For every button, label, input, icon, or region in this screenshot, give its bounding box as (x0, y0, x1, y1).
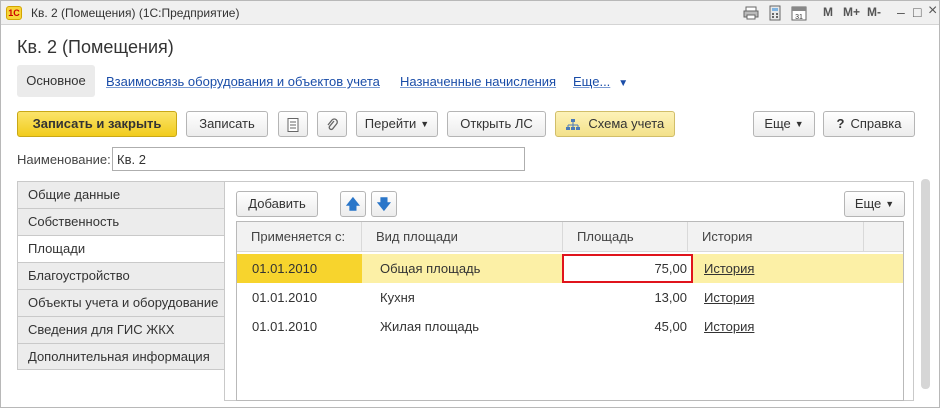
open-account-button[interactable]: Открыть ЛС (447, 111, 546, 137)
goto-button[interactable]: Перейти ▼ (356, 111, 438, 137)
column-header-date[interactable]: Применяется с: (237, 222, 362, 252)
side-tab-gis[interactable]: Сведения для ГИС ЖКХ (17, 316, 225, 343)
cell-date: 01.01.2010 (252, 319, 318, 334)
nav-more-label: Еще... (573, 74, 611, 89)
move-down-button[interactable]: 🡇 (371, 191, 397, 217)
memory-plus-button[interactable]: M+ (843, 5, 860, 19)
arrow-down-icon: 🡇 (376, 196, 392, 212)
calendar-icon[interactable]: 31 (791, 5, 807, 21)
side-tab-areas[interactable]: Площади (17, 235, 225, 262)
document-list-icon (287, 116, 299, 132)
history-link[interactable]: История (704, 312, 754, 341)
table-row[interactable]: 01.01.2010 Жилая площадь 45,00 История (237, 312, 903, 341)
more-actions-button[interactable]: Еще ▼ (753, 111, 815, 137)
cell-area: 45,00 (654, 319, 687, 334)
attachments-button[interactable] (317, 111, 347, 137)
cell-kind: Жилая площадь (380, 319, 480, 334)
dropdown-arrow-icon: ▼ (794, 119, 804, 129)
app-logo-icon: 1С (6, 6, 22, 20)
app-window: 1С Кв. 2 (Помещения) (1С:Предприятие) 31… (0, 0, 940, 408)
cell-area: 13,00 (654, 290, 687, 305)
print-icon[interactable] (743, 5, 759, 21)
dropdown-arrow-icon: ▼ (420, 119, 430, 129)
scheme-label: Схема учета (588, 116, 665, 131)
accounting-scheme-button[interactable]: Схема учета (555, 111, 675, 137)
add-row-button[interactable]: Добавить (236, 191, 318, 217)
paperclip-icon (326, 116, 338, 131)
calculator-icon[interactable] (767, 5, 783, 21)
side-tab-equipment[interactable]: Объекты учета и оборудование (17, 289, 225, 316)
table-more-label: Еще (854, 196, 882, 211)
close-button[interactable]: × (928, 2, 937, 20)
history-link[interactable]: История (704, 254, 754, 283)
more-label: Еще (764, 116, 791, 131)
save-button[interactable]: Записать (186, 111, 268, 137)
svg-text:31: 31 (795, 14, 803, 21)
column-header-kind[interactable]: Вид площади (362, 222, 563, 252)
minimize-button[interactable]: – (897, 4, 905, 20)
goto-label: Перейти (364, 116, 417, 131)
table-row[interactable]: 01.01.2010 Общая площадь 75,00 История (237, 254, 903, 283)
form-scrollbar[interactable] (920, 171, 932, 401)
scrollbar-thumb[interactable] (921, 179, 930, 389)
cell-kind: Общая площадь (380, 261, 481, 276)
side-tab-amenities[interactable]: Благоустройство (17, 262, 225, 289)
cell-date: 01.01.2010 (237, 254, 362, 283)
areas-table: Применяется с: Вид площади Площадь Истор… (236, 221, 904, 401)
table-header: Применяется с: Вид площади Площадь Истор… (237, 222, 903, 252)
save-and-close-button[interactable]: Записать и закрыть (17, 111, 177, 137)
chevron-down-icon: ▼ (618, 78, 629, 89)
nav-link-more[interactable]: Еще... ▼ (573, 74, 628, 89)
column-header-history[interactable]: История (688, 222, 864, 252)
table-more-button[interactable]: Еще ▼ (844, 191, 905, 217)
title-bar: 1С Кв. 2 (Помещения) (1С:Предприятие) 31… (1, 1, 939, 25)
hierarchy-icon (565, 116, 589, 131)
memory-button[interactable]: M (823, 5, 833, 19)
side-tab-additional[interactable]: Дополнительная информация (17, 343, 225, 370)
memory-minus-button[interactable]: M- (867, 5, 881, 19)
nav-tab-main[interactable]: Основное (17, 65, 95, 97)
maximize-button[interactable]: □ (913, 4, 921, 20)
cell-area[interactable]: 75,00 (567, 254, 687, 283)
table-row[interactable]: 01.01.2010 Кухня 13,00 История (237, 283, 903, 312)
move-up-button[interactable]: 🡅 (340, 191, 366, 217)
side-tab-ownership[interactable]: Собственность (17, 208, 225, 235)
cell-date: 01.01.2010 (252, 290, 318, 305)
report-button[interactable] (278, 111, 308, 137)
nav-link-equipment-relation[interactable]: Взаимосвязь оборудования и объектов учет… (106, 74, 380, 89)
history-link[interactable]: История (704, 283, 754, 312)
arrow-up-icon: 🡅 (345, 196, 361, 212)
question-icon: ? (836, 116, 845, 131)
page-title: Кв. 2 (Помещения) (17, 37, 174, 57)
cell-kind: Кухня (380, 290, 415, 305)
nav-link-charges[interactable]: Назначенные начисления (400, 74, 556, 89)
window-title: Кв. 2 (Помещения) (1С:Предприятие) (31, 6, 240, 20)
name-field-label: Наименование: (17, 152, 111, 167)
side-tab-list: Общие данные Собственность Площади Благо… (17, 181, 225, 370)
dropdown-arrow-icon: ▼ (885, 199, 895, 209)
side-tab-general[interactable]: Общие данные (17, 181, 225, 208)
name-field[interactable] (112, 147, 525, 171)
column-header-area[interactable]: Площадь (563, 222, 688, 252)
help-button[interactable]: ? Справка (823, 111, 915, 137)
help-label: Справка (850, 116, 902, 131)
